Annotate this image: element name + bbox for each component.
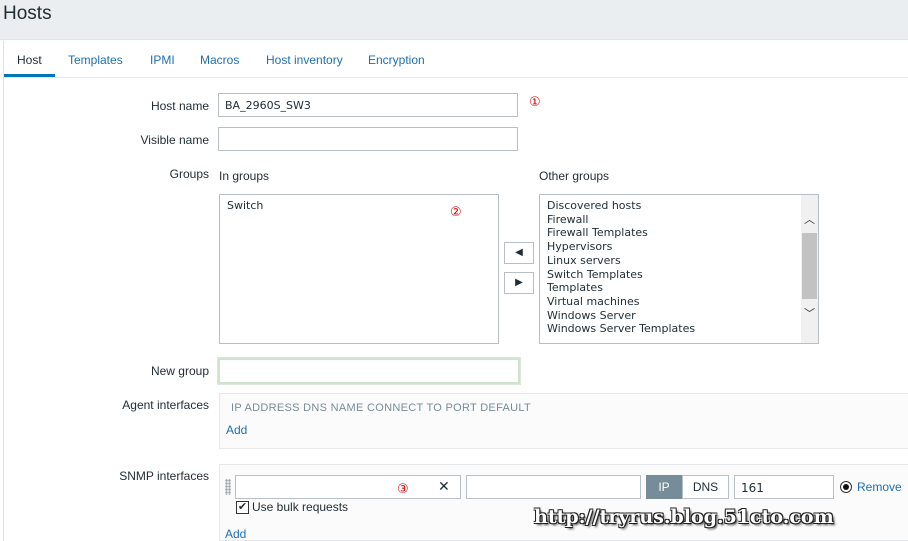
snmp-ip-input[interactable]	[235, 475, 461, 499]
bulk-requests-checkbox[interactable]: ✔	[236, 501, 249, 514]
annotation-2: ②	[450, 205, 462, 220]
scroll-down-icon[interactable]: ﹀	[803, 307, 816, 321]
new-group-label: New group	[150, 364, 209, 378]
other-groups-listbox[interactable]: Discovered hosts Firewall Firewall Templ…	[539, 194, 819, 344]
host-name-label: Host name	[150, 99, 209, 113]
scrollbar-thumb[interactable]	[802, 233, 817, 299]
agent-interfaces-header: IP ADDRESS DNS NAME CONNECT TO PORT DEFA…	[231, 402, 531, 414]
in-groups-label: In groups	[219, 169, 270, 183]
snmp-port-input[interactable]: 161	[734, 475, 834, 499]
agent-add-link[interactable]: Add	[226, 423, 247, 437]
tab-host-inventory[interactable]: Host inventory	[266, 53, 343, 67]
active-tab-indicator	[4, 74, 55, 77]
agent-interfaces-box: IP ADDRESS DNS NAME CONNECT TO PORT DEFA…	[219, 393, 908, 449]
remove-link[interactable]: Remove	[857, 480, 902, 494]
tab-bar: Host Templates IPMI Macros Host inventor…	[4, 41, 908, 78]
snmp-dns-input[interactable]	[466, 475, 641, 499]
agent-interfaces-label: Agent interfaces	[122, 398, 209, 412]
tab-ipmi[interactable]: IPMI	[150, 53, 175, 67]
other-group-item[interactable]: Windows Server Templates	[547, 322, 811, 336]
annotation-1: ①	[529, 95, 541, 110]
connect-dns-button[interactable]: DNS	[682, 475, 729, 499]
clear-icon[interactable]: ✕	[438, 478, 450, 495]
other-groups-scrollbar[interactable]: ︿ ﹀	[801, 195, 818, 343]
other-groups-label: Other groups	[539, 169, 610, 183]
other-group-item[interactable]: Virtual machines	[547, 295, 811, 309]
snmp-interfaces-label: SNMP interfaces	[119, 469, 209, 483]
move-left-button[interactable]: ◀	[504, 242, 534, 264]
drag-handle-icon[interactable]	[225, 479, 231, 495]
host-name-input[interactable]: BA_2960S_SW3	[218, 93, 518, 117]
visible-name-input[interactable]	[218, 127, 518, 151]
tab-host[interactable]: Host	[17, 53, 42, 67]
bulk-requests-label: Use bulk requests	[252, 500, 349, 514]
new-group-input[interactable]	[218, 358, 520, 384]
tab-templates[interactable]: Templates	[68, 53, 123, 67]
other-group-item[interactable]: Discovered hosts	[547, 199, 811, 213]
move-right-button[interactable]: ▶	[504, 272, 534, 294]
page-title: Hosts	[3, 3, 52, 24]
tab-macros[interactable]: Macros	[200, 53, 239, 67]
scroll-up-icon[interactable]: ︿	[803, 213, 816, 227]
tab-encryption[interactable]: Encryption	[368, 53, 425, 67]
other-group-item[interactable]: Templates	[547, 281, 811, 295]
visible-name-label: Visible name	[140, 133, 209, 147]
other-group-item[interactable]: Firewall	[547, 213, 811, 227]
other-group-item[interactable]: Firewall Templates	[547, 226, 811, 240]
connect-ip-button[interactable]: IP	[646, 475, 682, 499]
other-group-item[interactable]: Windows Server	[547, 309, 811, 323]
groups-label: Groups	[169, 167, 209, 181]
host-form-panel: Host Templates IPMI Macros Host inventor…	[3, 41, 908, 541]
snmp-add-link[interactable]: Add	[225, 527, 246, 541]
watermark: http://tryrus.blog.51cto.com	[534, 506, 834, 528]
annotation-3: ③	[397, 482, 409, 497]
other-group-item[interactable]: Linux servers	[547, 254, 811, 268]
other-group-item[interactable]: Switch Templates	[547, 268, 811, 282]
other-group-item[interactable]: Hypervisors	[547, 240, 811, 254]
default-interface-radio[interactable]	[840, 481, 852, 493]
page-header: Hosts	[0, 0, 908, 40]
